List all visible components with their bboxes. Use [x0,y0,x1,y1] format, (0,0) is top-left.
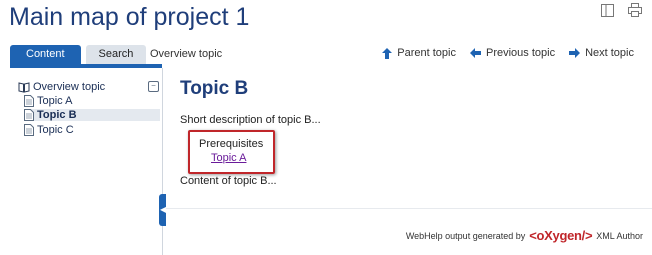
page-title: Main map of project 1 [9,3,250,31]
arrow-right-icon [569,48,581,58]
parent-topic-link[interactable]: Parent topic [382,47,456,59]
footer: WebHelp output generated by <oXygen/> XM… [406,228,643,243]
collapse-all-icon[interactable]: − [148,81,159,92]
short-description: Short description of topic B... [180,114,321,126]
tab-content[interactable]: Content [10,45,81,64]
chevron-left-icon: ◀ [160,205,167,214]
header-tools [599,2,643,18]
arrow-left-icon [469,48,481,58]
toc-item-label: Topic A [37,95,73,107]
toc-toggle-icon[interactable] [599,2,615,18]
tab-bar: Content Search [10,45,151,64]
topic-body: Content of topic B... [180,175,277,187]
topic-content: Topic B Short description of topic B... … [180,78,652,187]
page-icon [24,124,34,136]
breadcrumb[interactable]: Overview topic [150,48,222,60]
previous-topic-link[interactable]: Previous topic [469,47,556,59]
arrow-up-icon [382,47,393,59]
next-topic-label: Next topic [585,47,634,59]
toc-item-overview[interactable]: Overview topic [18,81,105,93]
next-topic-link[interactable]: Next topic [569,47,634,59]
toc-item-topic-c[interactable]: Topic C [24,124,74,136]
toc-item-label: Overview topic [33,81,106,93]
footer-suffix: XML Author [596,230,643,241]
toc-sidebar: Overview topic − Topic A Topic B Topic C [10,68,163,255]
prerequisites-box: Prerequisites Topic A [188,130,275,174]
page-icon [24,109,34,121]
oxygen-logo[interactable]: <oXygen/> [529,228,592,243]
print-icon[interactable] [627,2,643,18]
footer-divider [166,208,652,209]
previous-topic-label: Previous topic [485,47,556,59]
prerequisites-label: Prerequisites [199,138,264,150]
toc-item-label: Topic C [37,124,74,136]
page-icon [24,95,34,107]
toc-item-topic-b[interactable]: Topic B [24,109,160,121]
footer-prefix: WebHelp output generated by [405,230,526,241]
book-icon [18,81,30,93]
prerequisite-link-topic-a[interactable]: Topic A [211,152,246,164]
toc-item-label: Topic B [37,109,77,121]
topic-title: Topic B [180,78,249,99]
parent-topic-label: Parent topic [397,47,456,59]
topic-navigation: Parent topic Previous topic Next topic [382,47,634,59]
toc-item-topic-a[interactable]: Topic A [24,95,72,107]
tab-search[interactable]: Search [85,45,147,64]
sidebar-splitter-handle[interactable]: ◀ [159,194,166,226]
